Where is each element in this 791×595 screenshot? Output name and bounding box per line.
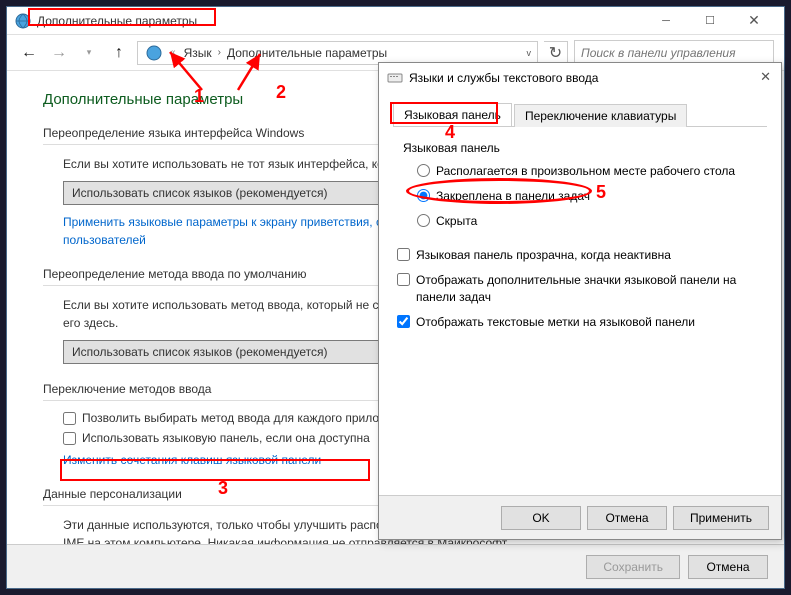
checkbox-label: Использовать языковую панель, если она д… bbox=[82, 431, 370, 445]
transparent-checkbox[interactable] bbox=[397, 248, 410, 261]
dialog-close-button[interactable]: ✕ bbox=[760, 69, 771, 85]
dialog-buttons: OK Отмена Применить bbox=[379, 495, 781, 539]
globe-icon bbox=[15, 13, 31, 29]
cancel-button[interactable]: Отмена bbox=[688, 555, 768, 579]
text-labels-checkbox[interactable] bbox=[397, 315, 410, 328]
ok-button[interactable]: OK bbox=[501, 506, 581, 530]
input-method-combo[interactable]: Использовать список языков (рекомендуетс… bbox=[63, 340, 403, 364]
refresh-button[interactable]: ↻ bbox=[544, 41, 568, 65]
minimize-button[interactable]: ─ bbox=[644, 7, 688, 35]
chevron-down-icon[interactable]: v bbox=[527, 48, 532, 58]
group-title-language-bar: Языковая панель bbox=[403, 141, 767, 155]
apply-button[interactable]: Применить bbox=[673, 506, 769, 530]
checkbox-label: Отображать дополнительные значки языково… bbox=[416, 272, 767, 306]
radio-label: Располагается в произвольном месте рабоч… bbox=[436, 163, 735, 180]
per-app-input-checkbox[interactable] bbox=[63, 412, 76, 425]
ui-language-combo[interactable]: Использовать список языков (рекомендуетс… bbox=[63, 181, 403, 205]
forward-button[interactable]: → bbox=[47, 41, 71, 65]
radio-floating[interactable] bbox=[417, 164, 430, 177]
close-button[interactable]: ✕ bbox=[732, 7, 776, 35]
maximize-button[interactable]: ☐ bbox=[688, 7, 732, 35]
window-title: Дополнительные параметры bbox=[37, 14, 644, 28]
history-dropdown[interactable]: ▾ bbox=[77, 41, 101, 65]
back-button[interactable]: ← bbox=[17, 41, 41, 65]
bottom-bar: Сохранить Отмена bbox=[7, 544, 784, 588]
dialog-titlebar: Языки и службы текстового ввода bbox=[379, 63, 781, 93]
checkbox-label: Отображать текстовые метки на языковой п… bbox=[416, 314, 695, 331]
up-button[interactable]: ↑ bbox=[107, 41, 131, 65]
titlebar: Дополнительные параметры ─ ☐ ✕ bbox=[7, 7, 784, 35]
radio-docked[interactable] bbox=[417, 189, 430, 202]
tab-language-bar[interactable]: Языковая панель bbox=[393, 103, 512, 126]
keyboard-icon bbox=[387, 70, 403, 86]
checkbox-label: Позволить выбирать метод ввода для каждо… bbox=[82, 411, 413, 425]
language-bar-dialog: Языки и службы текстового ввода ✕ Языков… bbox=[378, 62, 782, 540]
dlg-cancel-button[interactable]: Отмена bbox=[587, 506, 667, 530]
radio-label: Закреплена в панели задач bbox=[436, 188, 590, 205]
radio-label: Скрыта bbox=[436, 213, 477, 230]
tab-keyboard-switch[interactable]: Переключение клавиатуры bbox=[514, 104, 687, 127]
dialog-title: Языки и службы текстового ввода bbox=[409, 71, 598, 85]
annotation-arrow-2 bbox=[200, 30, 300, 100]
save-button[interactable]: Сохранить bbox=[586, 555, 680, 579]
radio-hidden[interactable] bbox=[417, 214, 430, 227]
dialog-tabs: Языковая панель Переключение клавиатуры bbox=[393, 103, 767, 127]
extra-icons-checkbox[interactable] bbox=[397, 273, 410, 286]
checkbox-label: Языковая панель прозрачна, когда неактив… bbox=[416, 247, 671, 264]
use-language-bar-checkbox[interactable] bbox=[63, 432, 76, 445]
